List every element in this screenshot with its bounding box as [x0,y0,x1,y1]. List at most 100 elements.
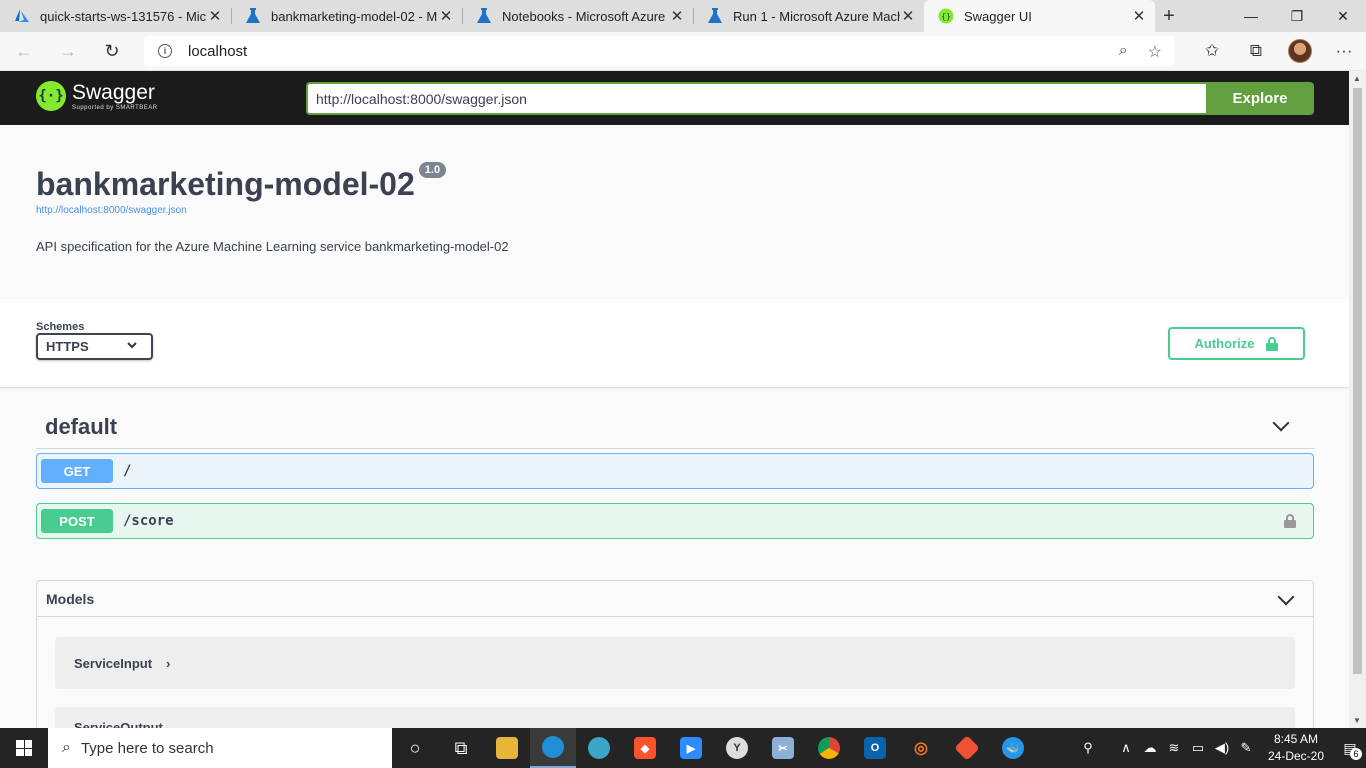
chevron-up-icon[interactable]: ∧ [1114,740,1138,756]
jupyter-icon[interactable]: ◎ [898,728,944,768]
address-text: localhost [188,42,248,60]
start-button[interactable] [0,728,48,768]
authorize-button[interactable]: Authorize [1168,327,1305,360]
scroll-up-icon[interactable]: ▲ [1353,74,1361,83]
chevron-down-icon[interactable] [1277,588,1295,606]
swagger-topbar: {·} Swagger Supported by SMARTBEAR http:… [0,71,1349,125]
operation-path: /score [123,513,174,529]
wifi-icon[interactable]: ≋ [1162,740,1186,756]
tab-title: quick-starts-ws-131576 - Micro [40,8,207,24]
tab-close-icon[interactable]: ✕ [438,7,454,25]
schemes-selected-value: HTTPS [46,339,89,354]
edge-icon[interactable] [530,728,576,768]
taskbar-clock[interactable]: 8:45 AM 24-Dec-20 [1258,731,1334,765]
version-badge: 1.0 [418,162,447,178]
schemes-select[interactable]: HTTPS [36,333,153,360]
cortana-icon[interactable]: ○ [392,728,438,768]
chevron-down-icon[interactable] [1272,414,1290,432]
notification-badge: 6 [1350,748,1362,760]
explore-button[interactable]: Explore [1206,82,1314,115]
notification-center-icon[interactable]: ▤ 6 [1334,728,1366,768]
zoom-icon[interactable]: ⌕ [1119,42,1128,62]
scrollbar-thumb[interactable] [1353,88,1362,674]
people-icon[interactable]: ⚲ [1076,740,1100,756]
spec-link[interactable]: http://localhost:8000/swagger.json [36,205,1316,216]
collections-icon[interactable]: ⧉ [1234,36,1278,66]
operation-get-root[interactable]: GET / [36,453,1314,489]
task-view-icon[interactable]: ⧉ [438,728,484,768]
swagger-brand-sub: Supported by SMARTBEAR [72,104,158,111]
browser-tab[interactable]: Notebooks - Microsoft Azure M ✕ [462,0,693,32]
azure-ml-flask-icon [245,8,261,24]
close-window-button[interactable]: ✕ [1320,0,1366,32]
forward-button[interactable]: → [48,35,88,67]
battery-icon[interactable]: ▭ [1186,740,1210,756]
onedrive-icon[interactable]: ☁ [1138,740,1162,756]
tag-name: default [45,414,118,439]
edge-legacy-icon[interactable] [576,728,622,768]
browser-toolbar: ← → ↻ i localhost ⌕ ☆ ✩ ⧉ ··· [0,32,1366,71]
api-info: bankmarketing-model-02 1.0 http://localho… [36,162,1316,254]
chevron-down-icon [127,340,137,352]
zoom-app-icon[interactable]: ▶ [668,728,714,768]
browser-tab[interactable]: bankmarketing-model-02 - Mi ✕ [231,0,462,32]
tab-title: Run 1 - Microsoft Azure Machi [733,8,900,24]
pen-icon[interactable]: ✎ [1234,740,1258,756]
lock-icon[interactable] [1284,514,1296,528]
swagger-logo-icon: {·} [36,81,66,111]
svg-text:{}: {} [941,12,951,21]
avatar [1288,39,1312,63]
profile-avatar[interactable] [1278,36,1322,66]
taskbar-search[interactable]: ⌕ Type here to search [48,728,392,768]
file-explorer-icon[interactable] [484,728,530,768]
browser-tab-active[interactable]: {} Swagger UI ✕ [924,0,1155,32]
favorite-star-icon[interactable]: ☆ [1148,42,1162,62]
browser-tab[interactable]: quick-starts-ws-131576 - Micro ✕ [0,0,231,32]
brave-icon[interactable]: ◆ [622,728,668,768]
system-tray: ⚲ ∧ ☁ ≋ ▭ ◀) ✎ 8:45 AM 24-Dec-20 ▤ 6 [1076,728,1366,768]
models-header[interactable]: Models [37,581,1313,617]
outlook-icon[interactable]: O [852,728,898,768]
page-scrollbar[interactable]: ▲ ▼ [1349,71,1366,728]
windows-taskbar: ⌕ Type here to search ○ ⧉ ◆ ▶ Y ✂ O ◎ 🐳 … [0,728,1366,768]
scheme-container: Schemes HTTPS Authorize [0,299,1349,387]
tab-close-icon[interactable]: ✕ [900,7,916,25]
model-name: ServiceInput [74,655,153,671]
clock-date: 24-Dec-20 [1267,749,1325,763]
site-info-icon[interactable]: i [158,44,172,58]
search-placeholder: Type here to search [80,739,214,757]
snipping-tool-icon[interactable]: ✂ [760,728,806,768]
tab-title: Swagger UI [964,8,1032,24]
clock-app-icon[interactable]: Y [714,728,760,768]
favorites-icon[interactable]: ✩ [1190,36,1234,66]
volume-icon[interactable]: ◀) [1210,740,1234,756]
schemes-label: Schemes [36,321,85,333]
lock-icon [1266,336,1279,351]
chrome-icon[interactable] [806,728,852,768]
model-service-input[interactable]: ServiceInput › [55,637,1295,689]
tab-close-icon[interactable]: ✕ [207,7,223,25]
back-button[interactable]: ← [4,35,44,67]
windows-logo-icon [16,740,32,756]
tag-section-default[interactable]: default [36,405,1314,449]
swagger-logo[interactable]: {·} Swagger Supported by SMARTBEAR [36,81,158,111]
scroll-down-icon[interactable]: ▼ [1353,716,1361,725]
azure-ml-flask-icon [707,8,723,24]
tab-close-icon[interactable]: ✕ [669,7,685,25]
tab-close-icon[interactable]: ✕ [1131,7,1147,25]
method-badge-get: GET [41,459,113,483]
operation-path: / [123,463,132,479]
azure-ml-flask-icon [476,8,492,24]
docker-icon[interactable]: 🐳 [990,728,1036,768]
minimize-button[interactable]: — [1228,0,1274,32]
address-bar[interactable]: i localhost ⌕ ☆ [144,36,1174,66]
operation-post-score[interactable]: POST /score [36,503,1314,539]
spec-url-input[interactable]: http://localhost:8000/swagger.json [306,82,1206,115]
settings-more-icon[interactable]: ··· [1322,36,1366,66]
browser-tab[interactable]: Run 1 - Microsoft Azure Machi ✕ [693,0,924,32]
models-section: Models ServiceInput › ServiceOutput [36,580,1314,740]
new-tab-button[interactable]: + [1155,0,1183,32]
git-icon[interactable] [944,728,990,768]
restore-button[interactable]: ❐ [1274,0,1320,32]
refresh-button[interactable]: ↻ [92,35,132,67]
